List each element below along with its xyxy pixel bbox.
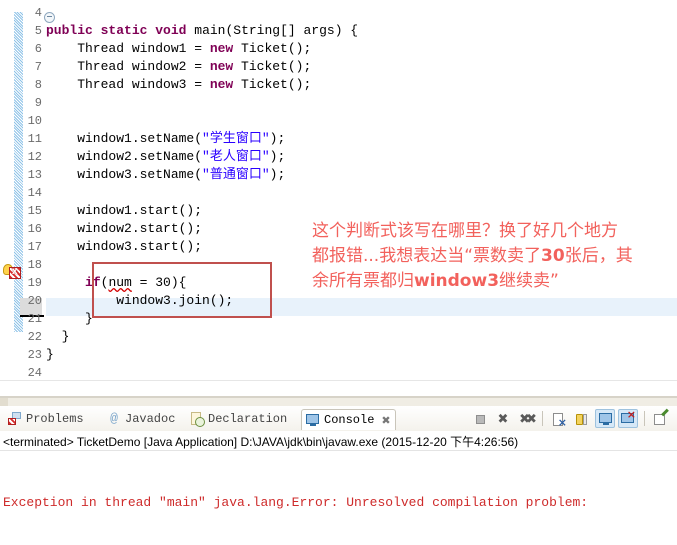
line-number: 19 xyxy=(27,276,42,290)
remove-all-terminated-button[interactable]: ✖✖ xyxy=(516,409,537,428)
display-selected-console-button[interactable] xyxy=(618,408,638,428)
line-number: 11 xyxy=(27,132,42,146)
code-line-6: Thread window1 = new Ticket(); xyxy=(46,41,312,56)
annotation-line-1: 这个判断式该写在哪里？换了好几个地方 xyxy=(312,221,618,241)
annotation-line-3a: 余所有票都归 xyxy=(312,271,414,291)
code-line-17: window3.start(); xyxy=(46,239,203,254)
tab-javadoc[interactable]: @ Javadoc xyxy=(103,409,179,429)
tab-declaration[interactable]: Declaration xyxy=(186,409,291,429)
line-number: 22 xyxy=(27,330,42,344)
remove-launch-button[interactable]: ✖ xyxy=(493,409,513,428)
eclipse-window: x 4 5 6 7 8 9 10 11 12 13 14 15 16 17 18… xyxy=(0,0,677,545)
console-header-divider xyxy=(0,450,677,451)
console-view-toolbar: ✖ ✖✖ xyxy=(470,408,671,429)
line-number: 21 xyxy=(27,312,42,326)
view-tab-bar: Problems @ Javadoc Declaration Console ✖… xyxy=(0,406,677,432)
console-icon xyxy=(306,413,320,427)
annotation-line-3: 余所有票都归window3继续卖” xyxy=(312,269,677,294)
console-line-1: Exception in thread "main" java.lang.Err… xyxy=(3,495,596,510)
toolbar-separator xyxy=(644,411,645,426)
tab-declaration-label: Declaration xyxy=(208,412,288,426)
code-line-8: Thread window3 = new Ticket(); xyxy=(46,77,312,92)
terminate-button[interactable] xyxy=(470,409,490,428)
scroll-lock-button[interactable] xyxy=(572,409,592,428)
line-number: 9 xyxy=(34,96,42,110)
code-text-area[interactable]: public static void main(String[] args) {… xyxy=(46,0,677,398)
line-number: 5 xyxy=(34,24,42,38)
line-number: 17 xyxy=(27,240,42,254)
declaration-icon xyxy=(190,412,205,427)
annotation-line-3b: window3 xyxy=(414,271,500,291)
tab-problems[interactable]: Problems xyxy=(4,409,88,429)
red-annotation-text: 这个判断式该写在哪里？换了好几个地方 都报错...我想表达当“票数卖了30张后，… xyxy=(312,219,677,294)
line-number: 12 xyxy=(27,150,42,164)
pin-console-button[interactable] xyxy=(595,409,615,428)
javadoc-icon: @ xyxy=(110,411,118,426)
line-number: 7 xyxy=(34,60,42,74)
toolbar-separator xyxy=(542,411,543,426)
red-annotation-rectangle xyxy=(92,262,272,318)
bottom-view-stack: Problems @ Javadoc Declaration Console ✖… xyxy=(0,406,677,545)
console-launch-header: <terminated> TicketDemo [Java Applicatio… xyxy=(3,435,519,449)
open-console-button[interactable] xyxy=(651,409,671,428)
annotation-line-2: 都报错...我想表达当“票数卖了30张后，其 xyxy=(312,244,677,269)
console-output-panel[interactable]: <terminated> TicketDemo [Java Applicatio… xyxy=(0,431,677,545)
clear-console-button[interactable] xyxy=(549,409,569,429)
close-icon[interactable]: ✖ xyxy=(381,414,390,427)
java-editor[interactable]: x 4 5 6 7 8 9 10 11 12 13 14 15 16 17 18… xyxy=(0,0,677,398)
tab-console[interactable]: Console ✖ xyxy=(301,409,396,430)
code-line-15: window1.start(); xyxy=(46,203,203,218)
line-number: 4 xyxy=(34,6,42,20)
code-line-11: window1.setName("学生窗口"); xyxy=(46,131,286,146)
code-line-21: } xyxy=(46,311,93,326)
tab-console-label: Console xyxy=(324,413,375,427)
tab-javadoc-label: Javadoc xyxy=(125,412,176,426)
code-line-12: window2.setName("老人窗口"); xyxy=(46,149,286,164)
line-number: 8 xyxy=(34,78,42,92)
line-number: 16 xyxy=(27,222,42,236)
annotation-line-2b: 30 xyxy=(541,246,565,266)
line-number: 15 xyxy=(27,204,42,218)
code-line-23: } xyxy=(46,347,54,362)
line-number: 13 xyxy=(27,168,42,182)
line-number: 23 xyxy=(27,348,42,362)
code-line-7: Thread window2 = new Ticket(); xyxy=(46,59,312,74)
line-number: 20 xyxy=(27,294,42,308)
line-number: 10 xyxy=(27,114,42,128)
problems-icon xyxy=(8,412,22,426)
annotation-line-2c: 张后，其 xyxy=(564,246,633,266)
editor-console-sash[interactable] xyxy=(0,398,677,406)
console-text[interactable]: Exception in thread "main" java.lang.Err… xyxy=(3,453,674,545)
code-line-13: window3.setName("普通窗口"); xyxy=(46,167,286,182)
line-number: 14 xyxy=(27,186,42,200)
line-number-gutter: 4 5 6 7 8 9 10 11 12 13 14 15 16 17 18 1… xyxy=(0,0,46,398)
code-line-22: } xyxy=(46,329,70,344)
tab-problems-label: Problems xyxy=(26,412,84,426)
code-line-5: public static void main(String[] args) { xyxy=(46,23,359,38)
annotation-line-3c: 继续卖” xyxy=(499,271,559,291)
annotation-line-2a: 都报错...我想表达当“票数卖了 xyxy=(312,246,542,266)
line-number: 6 xyxy=(34,42,42,56)
line-number: 18 xyxy=(27,258,42,272)
code-line-16: window2.start(); xyxy=(46,221,203,236)
